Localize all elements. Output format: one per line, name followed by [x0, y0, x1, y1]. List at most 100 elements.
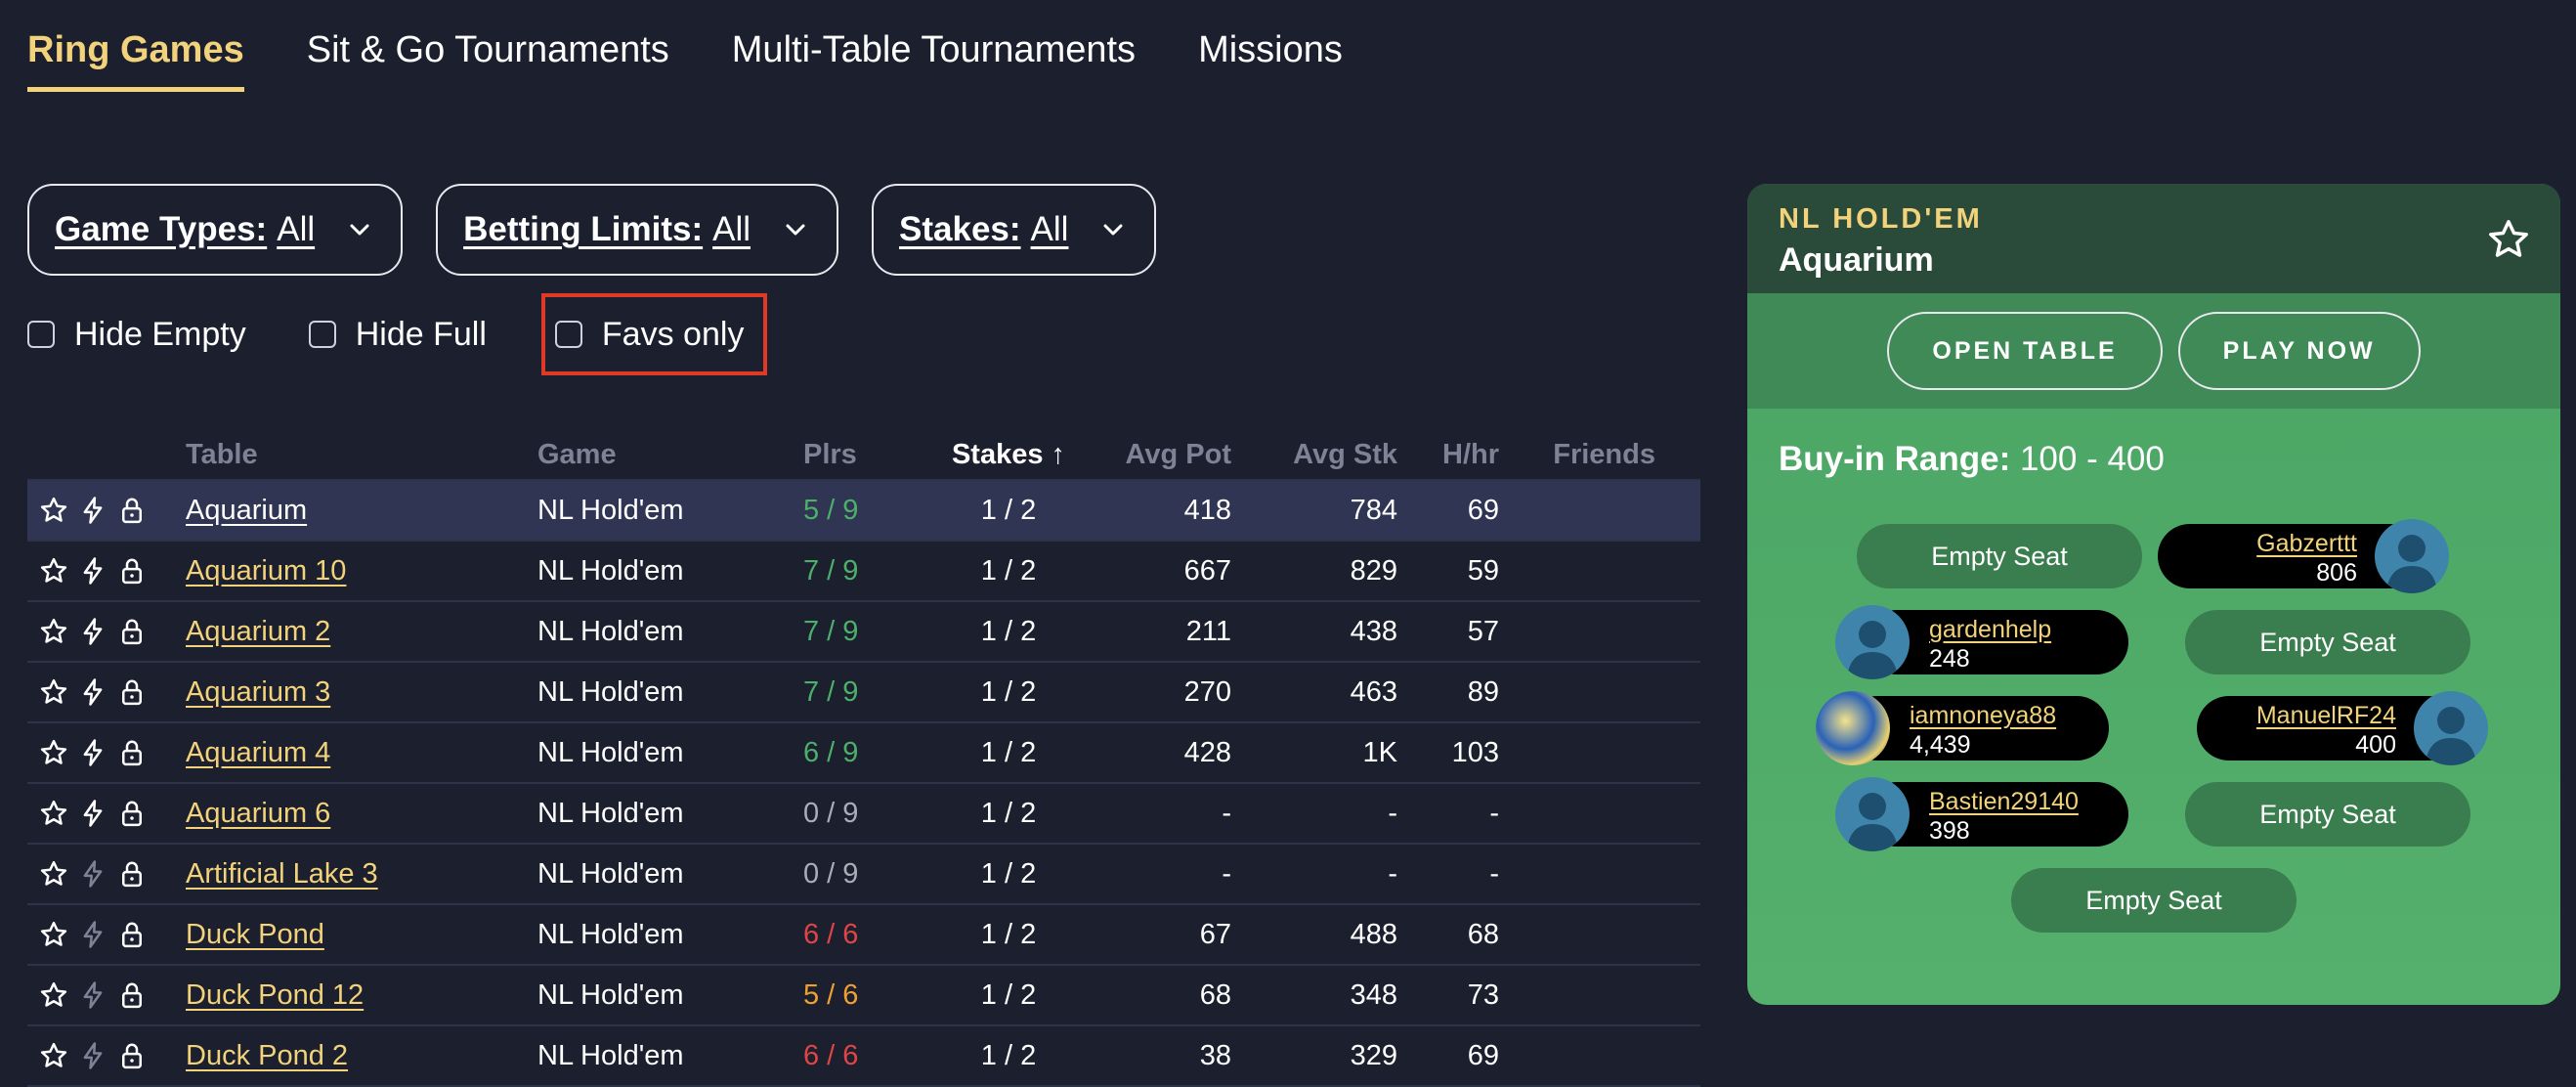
chevron-down-icon	[350, 224, 369, 236]
player-name[interactable]: Bastien29140	[1929, 788, 2079, 816]
col-header-friends[interactable]: Friends	[1499, 439, 1655, 471]
table-row[interactable]: Aquarium 3 NL Hold'em 7 / 9 1 / 2 270 463 89	[27, 663, 1700, 723]
favorite-star-icon[interactable]	[2486, 217, 2531, 262]
betting-limits-dropdown[interactable]: Betting Limits: All	[436, 184, 839, 276]
table-name-link[interactable]: Aquarium 4	[186, 737, 330, 768]
game-cell: NL Hold'em	[537, 918, 684, 950]
favorite-star-icon[interactable]	[35, 734, 72, 771]
table-name-link[interactable]: Aquarium 10	[186, 555, 346, 587]
table-name-link[interactable]: Duck Pond 12	[186, 979, 364, 1011]
col-header-table[interactable]: Table	[186, 439, 537, 471]
table-row[interactable]: Aquarium NL Hold'em 5 / 9 1 / 2 418 784 69	[27, 481, 1700, 542]
stakes-cell: 1 / 2	[980, 675, 1037, 708]
tab-sit-and-go[interactable]: Sit & Go Tournaments	[307, 29, 669, 92]
empty-seat[interactable]: Empty Seat	[2185, 782, 2470, 847]
favorite-star-icon[interactable]	[35, 795, 72, 832]
table-name-link[interactable]: Duck Pond 2	[186, 1040, 348, 1071]
lightning-icon	[74, 492, 111, 529]
table-name-link[interactable]: Duck Pond	[186, 919, 324, 950]
checkbox-box[interactable]	[554, 321, 582, 348]
table-row[interactable]: Artificial Lake 3 NL Hold'em 0 / 9 1 / 2 - - -	[27, 845, 1700, 905]
lightning-icon	[74, 916, 111, 953]
player-chips: 398	[1929, 817, 1970, 845]
empty-seat[interactable]: Empty Seat	[2185, 610, 2470, 674]
game-cell: NL Hold'em	[537, 554, 684, 587]
col-header-avg-stk[interactable]: Avg Stk	[1231, 439, 1397, 471]
checkbox-label: Hide Empty	[74, 315, 246, 353]
game-types-dropdown[interactable]: Game Types: All	[27, 184, 404, 276]
hide-full-checkbox[interactable]: Hide Full	[308, 316, 487, 354]
lightning-icon	[74, 674, 111, 711]
table-row[interactable]: Duck Pond 2 NL Hold'em 6 / 6 1 / 2 38 329 69	[27, 1026, 1700, 1087]
tab-multi-table-tournaments[interactable]: Multi-Table Tournaments	[732, 29, 1136, 92]
stakes-cell: 1 / 2	[980, 978, 1037, 1011]
row-icons	[27, 734, 186, 771]
col-header-plrs[interactable]: Plrs	[803, 439, 930, 471]
tab-missions[interactable]: Missions	[1198, 29, 1343, 92]
col-header-game[interactable]: Game	[537, 439, 803, 471]
favorite-star-icon[interactable]	[35, 916, 72, 953]
stakes-cell: 1 / 2	[980, 1039, 1037, 1071]
filter-bar: Game Types: All Betting Limits: All Stak…	[27, 184, 1189, 276]
empty-seat[interactable]: Empty Seat	[1857, 524, 2142, 588]
table-row[interactable]: Aquarium 2 NL Hold'em 7 / 9 1 / 2 211 438 57	[27, 602, 1700, 663]
table-row[interactable]: Duck Pond 12 NL Hold'em 5 / 6 1 / 2 68 348 73	[27, 966, 1700, 1026]
player-name[interactable]: ManuelRF24	[2256, 702, 2396, 730]
player-name[interactable]: iamnoneya88	[1910, 702, 2056, 730]
row-icons	[27, 855, 186, 892]
col-header-stakes[interactable]: Stakes ↑	[930, 439, 1087, 471]
ring-games-table: Table Game Plrs Stakes ↑ Avg Pot Avg Stk…	[27, 430, 1700, 1087]
player-chips: 806	[2316, 559, 2357, 587]
favorite-star-icon[interactable]	[35, 552, 72, 589]
favorite-star-icon[interactable]	[35, 492, 72, 529]
table-name-link[interactable]: Artificial Lake 3	[186, 858, 378, 890]
game-cell: NL Hold'em	[537, 494, 684, 526]
stakes-cell: 1 / 2	[980, 918, 1037, 950]
open-table-button[interactable]: OPEN TABLE	[1887, 312, 2163, 390]
lock-icon	[113, 916, 150, 953]
avg-stk-cell: 463	[1350, 675, 1397, 708]
table-row[interactable]: Aquarium 6 NL Hold'em 0 / 9 1 / 2 - - -	[27, 784, 1700, 845]
hide-empty-checkbox[interactable]: Hide Empty	[27, 316, 246, 354]
col-header-avg-pot[interactable]: Avg Pot	[1087, 439, 1231, 471]
table-name-link[interactable]: Aquarium 6	[186, 798, 330, 829]
table-name-link[interactable]: Aquarium 2	[186, 616, 330, 647]
lightning-icon	[74, 855, 111, 892]
lightning-icon	[74, 795, 111, 832]
table-name-link[interactable]: Aquarium 3	[186, 676, 330, 708]
table-row[interactable]: Aquarium 4 NL Hold'em 6 / 9 1 / 2 428 1K 103	[27, 723, 1700, 784]
table-detail-panel: NL HOLD'EM Aquarium OPEN TABLE PLAY NOW …	[1747, 184, 2560, 1005]
player-name[interactable]: Gabzerttt	[2256, 530, 2357, 558]
checkbox-box[interactable]	[308, 321, 336, 348]
lightning-icon	[74, 1037, 111, 1074]
favorite-star-icon[interactable]	[35, 977, 72, 1014]
favorite-star-icon[interactable]	[35, 674, 72, 711]
row-icons	[27, 613, 186, 650]
tab-ring-games[interactable]: Ring Games	[27, 29, 244, 92]
checkbox-box[interactable]	[27, 321, 55, 348]
favorite-star-icon[interactable]	[35, 613, 72, 650]
favorite-star-icon[interactable]	[35, 1037, 72, 1074]
table-header: Table Game Plrs Stakes ↑ Avg Pot Avg Stk…	[27, 430, 1700, 481]
panel-header: NL HOLD'EM Aquarium	[1747, 184, 2560, 293]
row-icons	[27, 795, 186, 832]
table-row[interactable]: Aquarium 10 NL Hold'em 7 / 9 1 / 2 667 829 59	[27, 542, 1700, 602]
avg-pot-cell: 211	[1185, 615, 1231, 647]
player-seat: iamnoneya88 4,439	[1816, 691, 2128, 765]
panel-game-type: NL HOLD'EM	[1779, 203, 1983, 235]
table-row[interactable]: Duck Pond NL Hold'em 6 / 6 1 / 2 67 488 68	[27, 905, 1700, 966]
stakes-dropdown[interactable]: Stakes: All	[872, 184, 1157, 276]
players-cell: 6 / 6	[803, 918, 859, 950]
col-header-hhr[interactable]: H/hr	[1397, 439, 1499, 471]
favs-only-checkbox[interactable]: Favs only	[540, 293, 768, 375]
table-name-link[interactable]: Aquarium	[186, 495, 307, 526]
avg-pot-cell: 418	[1183, 494, 1231, 526]
empty-seat[interactable]: Empty Seat	[2011, 868, 2297, 933]
play-now-button[interactable]: PLAY NOW	[2177, 312, 2421, 390]
player-name[interactable]: gardenhelp	[1929, 616, 2051, 644]
stakes-cell: 1 / 2	[980, 857, 1037, 890]
avg-pot-cell: 38	[1199, 1039, 1231, 1071]
favorite-star-icon[interactable]	[35, 855, 72, 892]
avg-pot-cell: -	[1222, 857, 1231, 890]
filter-label: Stakes:	[899, 210, 1021, 248]
